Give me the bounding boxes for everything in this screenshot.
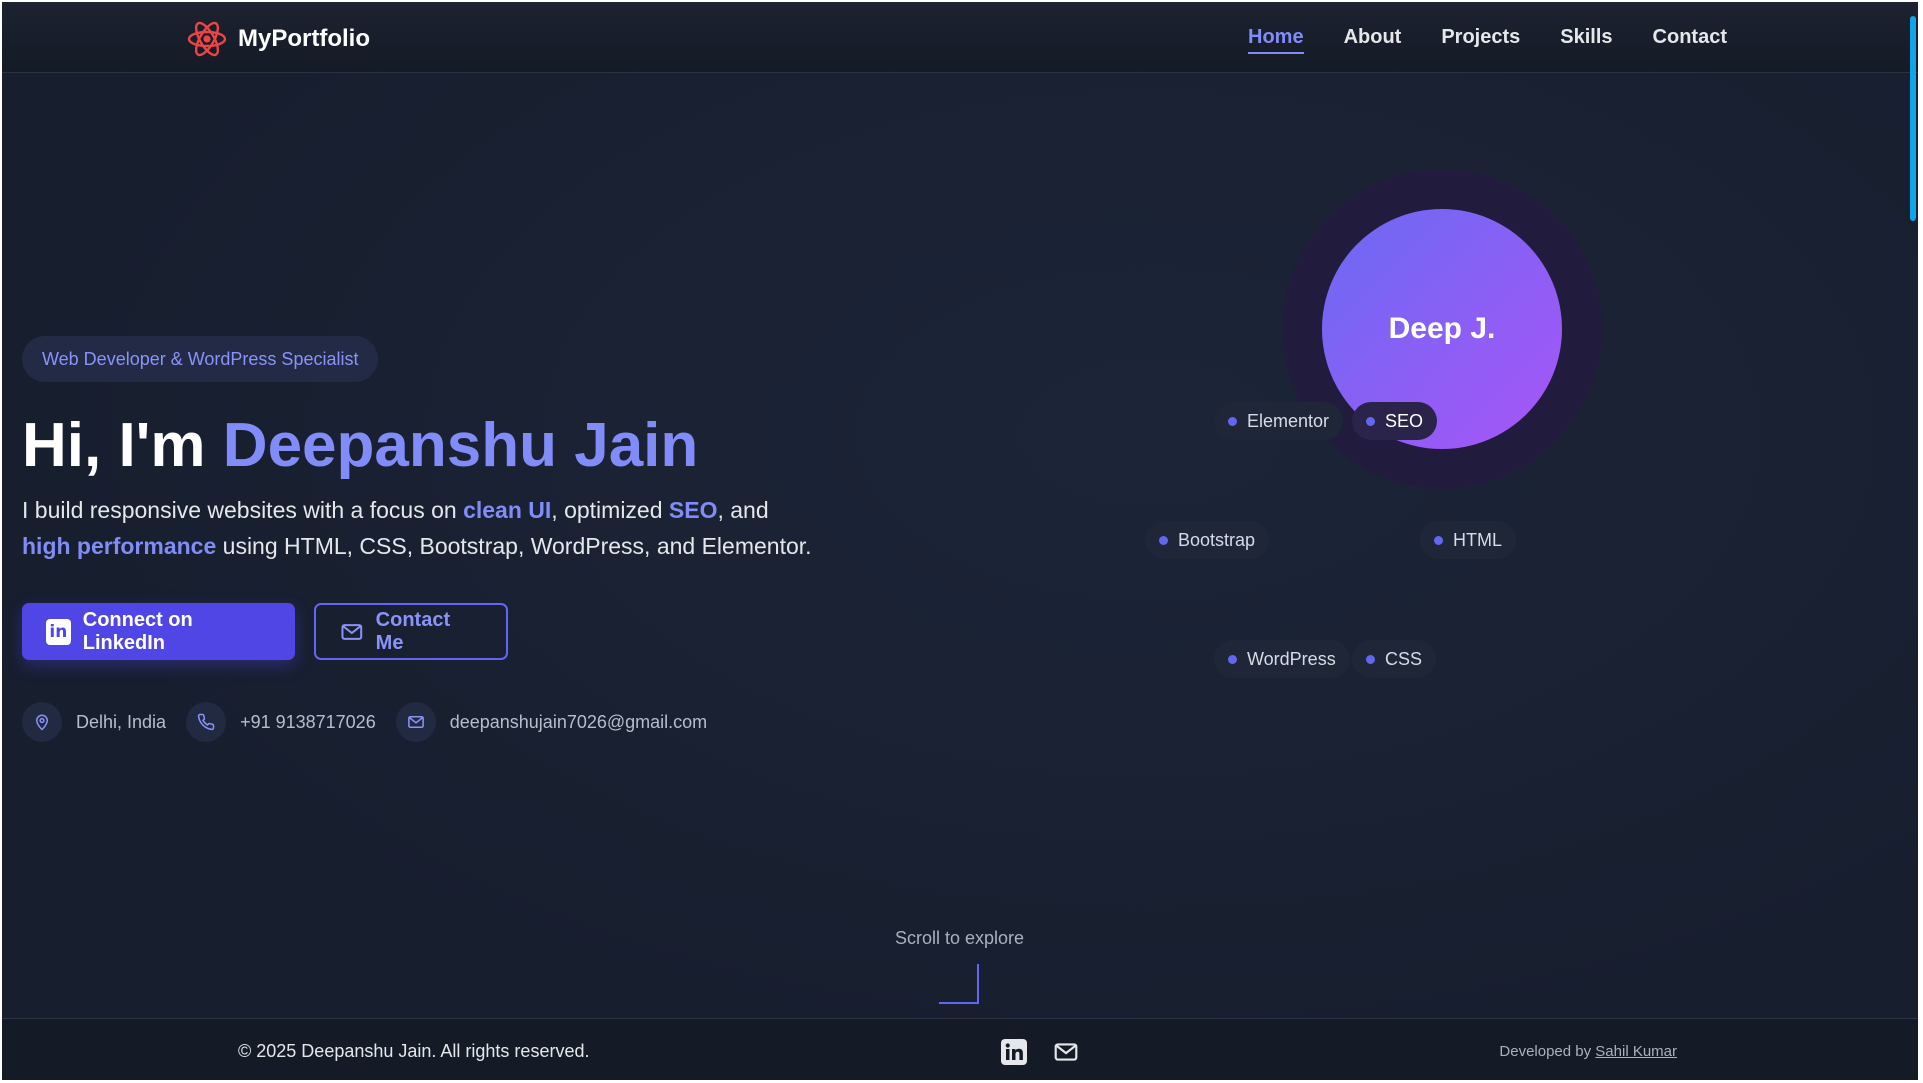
phone-item[interactable]: +91 9138717026 — [186, 702, 376, 742]
location-text: Delhi, India — [76, 711, 167, 732]
email-text: deepanshujain7026@gmail.com — [449, 711, 708, 732]
hero-headline: Hi, I'm Deepanshu Jain — [22, 410, 698, 481]
intro-text: I build responsive websites with a focus… — [22, 497, 457, 523]
nav-skills[interactable]: Skills — [1560, 26, 1612, 54]
intro-highlight: clean UI — [463, 497, 552, 523]
role-badge: Web Developer & WordPress Specialist — [22, 336, 379, 382]
skill-chip-label: CSS — [1385, 648, 1423, 669]
contact-button-label: Contact Me — [375, 608, 451, 654]
phone-icon — [186, 702, 227, 742]
intro-text: using HTML, CSS, Bootstrap, WordPress, a… — [222, 533, 812, 559]
linkedin-button[interactable]: in Connect on LinkedIn — [22, 603, 295, 660]
skill-chip-seo: SEO — [1352, 402, 1438, 440]
intro-highlight: high performance — [22, 533, 217, 559]
copyright-text: © 2025 Deepanshu Jain. All rights reserv… — [238, 1041, 590, 1061]
hero-intro: I build responsive websites with a focus… — [22, 492, 822, 564]
skill-chip-label: HTML — [1453, 529, 1502, 550]
scrollbar-thumb[interactable] — [1910, 16, 1916, 221]
location-pin-icon — [22, 702, 62, 742]
site-footer: © 2025 Deepanshu Jain. All rights reserv… — [2, 1018, 1918, 1080]
brand-name: MyPortfolio — [238, 25, 370, 52]
dot-icon — [1159, 535, 1168, 545]
dot-icon — [1366, 654, 1375, 664]
dot-icon — [1434, 535, 1443, 545]
footer-social — [1001, 1039, 1079, 1070]
location-item: Delhi, India — [22, 702, 166, 742]
main-nav: Home About Projects Skills Contact — [1248, 26, 1727, 54]
site-header: MyPortfolio Home About Projects Skills C… — [2, 2, 1918, 73]
email-item[interactable]: deepanshujain7026@gmail.com — [395, 702, 708, 742]
brand[interactable]: MyPortfolio — [186, 18, 370, 60]
linkedin-icon[interactable] — [1001, 1039, 1027, 1070]
nav-about[interactable]: About — [1344, 26, 1402, 54]
developer-link[interactable]: Sahil Kumar — [1595, 1043, 1677, 1060]
skill-chip-bootstrap: Bootstrap — [1145, 521, 1270, 559]
dot-icon — [1228, 654, 1237, 664]
skill-chip-css: CSS — [1352, 640, 1437, 678]
intro-text: , and — [717, 497, 769, 523]
skill-chip-elementor: Elementor — [1214, 402, 1344, 440]
skill-chip-wordpress: WordPress — [1214, 640, 1350, 678]
hero-name: Deepanshu Jain — [222, 411, 699, 480]
linkedin-button-label: Connect on LinkedIn — [82, 608, 193, 654]
intro-text: , optimized — [551, 497, 663, 523]
hero-greeting: Hi, I'm — [22, 411, 206, 480]
page: MyPortfolio Home About Projects Skills C… — [2, 2, 1918, 1080]
mail-icon[interactable] — [1053, 1039, 1079, 1070]
skill-chip-label: Bootstrap — [1178, 529, 1256, 550]
dot-icon — [1366, 416, 1375, 426]
scrollbar[interactable] — [1908, 2, 1918, 1080]
dot-icon — [1228, 416, 1237, 426]
skill-chip-label: WordPress — [1247, 648, 1336, 669]
contact-info: Delhi, India +91 9138717026 deepanshujai… — [22, 702, 727, 742]
skill-chip-label: SEO — [1385, 410, 1424, 431]
intro-highlight: SEO — [668, 497, 718, 523]
scroll-indicator — [939, 964, 979, 1004]
linkedin-icon: in — [46, 618, 71, 645]
credit-prefix: Developed by — [1499, 1043, 1592, 1060]
phone-text: +91 9138717026 — [240, 711, 376, 732]
nav-home[interactable]: Home — [1248, 26, 1304, 54]
skill-chip-html: HTML — [1420, 521, 1516, 559]
atom-icon — [187, 21, 227, 57]
avatar-initials: Deep J. — [1388, 312, 1496, 345]
nav-contact[interactable]: Contact — [1653, 26, 1727, 54]
skill-chip-label: Elementor — [1247, 410, 1330, 431]
nav-projects[interactable]: Projects — [1441, 26, 1520, 54]
developer-credit: Developed by Sahil Kumar — [1499, 1043, 1677, 1060]
mail-icon — [395, 702, 436, 742]
scroll-hint[interactable]: Scroll to explore — [895, 928, 1024, 949]
contact-button[interactable]: Contact Me — [314, 603, 508, 660]
mail-icon — [341, 623, 363, 640]
